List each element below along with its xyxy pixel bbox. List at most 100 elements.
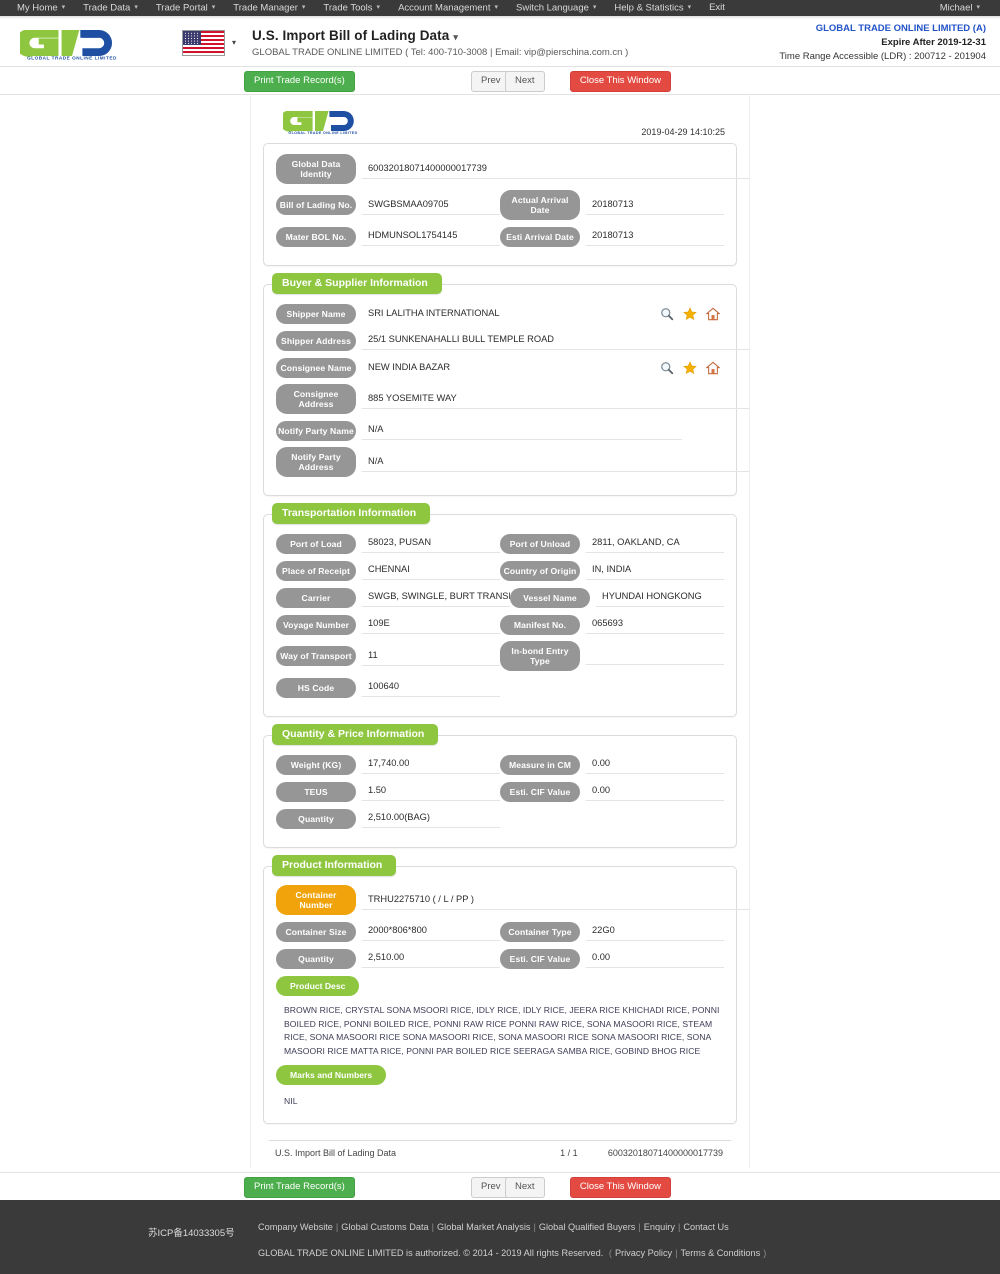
field-row: Bill of Lading No. SWGBSMAA09705 Actual …: [276, 190, 724, 220]
field-label: Notify Party Address: [276, 447, 356, 477]
search-icon[interactable]: [660, 361, 674, 375]
chevron-down-icon: ▾: [61, 3, 66, 11]
field-label: Notify Party Name: [276, 420, 356, 441]
footer-top-bar: [0, 1199, 1000, 1208]
field-row: Quantity 2,510.00 Esti. CIF Value 0.00: [276, 948, 724, 969]
nav-item-trade-manager[interactable]: Trade Manager ▾: [224, 0, 314, 16]
footer-link-global-qualified-buyers[interactable]: Global Qualified Buyers: [539, 1222, 636, 1232]
chevron-down-icon[interactable]: ▾: [453, 32, 458, 42]
marks-and-numbers-label: Marks and Numbers: [276, 1064, 387, 1085]
nav-item-label: Trade Portal: [155, 2, 208, 14]
field-value: IN, INDIA: [586, 561, 724, 580]
field-row: Container Size 2000*806*800 Container Ty…: [276, 921, 724, 942]
field-value: SRI LALITHA INTERNATIONAL: [368, 307, 500, 318]
field-label: Weight (KG): [276, 754, 356, 775]
legal-close-paren: ): [763, 1247, 767, 1258]
document-timestamp: 2019-04-29 14:10:25: [641, 127, 725, 137]
country-selector[interactable]: ▾: [182, 29, 237, 56]
field-row: Notify Party Address N/A: [276, 447, 750, 477]
field-place-of-receipt: Place of Receipt CHENNAI: [276, 560, 500, 581]
nav-item-account-management[interactable]: Account Management ▾: [389, 0, 507, 16]
star-icon[interactable]: [683, 360, 697, 375]
product-desc-label: Product Desc: [276, 975, 360, 996]
chevron-down-icon: ▾: [134, 3, 138, 11]
field-row: Shipper Name SRI LALITHA INTERNATIONAL: [276, 303, 724, 324]
nav-item-trade-data[interactable]: Trade Data ▾: [74, 0, 147, 16]
footer-link-global-market-analysis[interactable]: Global Market Analysis: [437, 1222, 530, 1232]
field-row: Shipper Address 25/1 SUNKENAHALLI BULL T…: [276, 330, 750, 351]
field-label: Global Data Identity: [276, 154, 356, 184]
field-esti-arrival-date: Esti Arrival Date 20180713: [500, 226, 724, 247]
field-label: Carrier: [276, 587, 356, 608]
next-button[interactable]: Next: [505, 71, 545, 92]
field-value: 100640: [362, 678, 500, 697]
field-value: 109E: [362, 615, 500, 634]
field-value: SWGB, SWINGLE, BURT TRANSPORT: [362, 588, 510, 607]
field-shipper-name: Shipper Name SRI LALITHA INTERNATIONAL: [276, 303, 724, 324]
chevron-down-icon: ▾: [232, 38, 237, 47]
field-label: Quantity: [276, 808, 356, 829]
footer-link-enquiry[interactable]: Enquiry: [644, 1222, 675, 1232]
chevron-down-icon: ▾: [211, 3, 216, 11]
field-row: Port of Load 58023, PUSAN Port of Unload…: [276, 533, 724, 554]
close-window-button[interactable]: Close This Window: [569, 71, 671, 92]
field-value: 58023, PUSAN: [362, 534, 500, 553]
star-icon[interactable]: [683, 306, 697, 321]
field-hs-code: HS Code 100640: [276, 677, 500, 698]
nav-item-trade-tools[interactable]: Trade Tools ▾: [314, 0, 389, 16]
next-button-bottom[interactable]: Next: [505, 1176, 545, 1198]
marks-and-numbers-value: NIL: [284, 1096, 298, 1106]
field-actual-arrival-date: Actual Arrival Date 20180713: [500, 190, 724, 220]
footer-link-global-customs-data[interactable]: Global Customs Data: [341, 1222, 428, 1232]
home-icon[interactable]: [706, 307, 720, 321]
field-container-size: Container Size 2000*806*800: [276, 921, 500, 942]
svg-text:GLOBAL TRADE ONLINE LIMITED: GLOBAL TRADE ONLINE LIMITED: [27, 55, 117, 60]
print-trade-records-button-bottom[interactable]: Print Trade Record(s): [244, 1176, 355, 1198]
legal-open-paren: (: [608, 1247, 612, 1258]
chevron-down-icon: ▾: [687, 3, 692, 11]
field-value: 2,510.00(BAG): [362, 809, 500, 828]
field-value: 2811, OAKLAND, CA: [586, 534, 724, 553]
nav-item-my-home[interactable]: My Home ▾: [8, 0, 74, 16]
print-trade-records-button[interactable]: Print Trade Record(s): [244, 71, 355, 92]
field-measure-in-cm: Measure in CM 0.00: [500, 754, 724, 775]
footer-link-privacy-policy[interactable]: Privacy Policy: [615, 1248, 672, 1258]
field-label: Container Size: [276, 921, 356, 942]
field-esti-cif-value: Esti. CIF Value 0.00: [500, 781, 724, 802]
field-row: Voyage Number 109E Manifest No. 065693: [276, 614, 724, 635]
nav-item-label: Help & Statistics: [614, 2, 684, 14]
footer-link-terms-conditions[interactable]: Terms & Conditions: [681, 1248, 761, 1258]
identity-card: Global Data Identity 6003201807140000001…: [263, 143, 750, 266]
home-icon[interactable]: [706, 361, 720, 375]
nav-item-exit[interactable]: Exit: [700, 0, 734, 16]
field-value: 0.00: [586, 949, 724, 968]
chevron-down-icon: ▾: [976, 3, 980, 11]
search-icon[interactable]: [660, 307, 674, 321]
field-row: Global Data Identity 6003201807140000001…: [276, 154, 750, 184]
account-time-range: Time Range Accessible (LDR) : 200712 - 2…: [779, 51, 986, 62]
field-row: Container Number TRHU2275710 ( / L / PP …: [276, 885, 750, 915]
nav-item-switch-language[interactable]: Switch Language ▾: [507, 0, 605, 16]
copyright-text: GLOBAL TRADE ONLINE LIMITED is authorize…: [258, 1247, 604, 1258]
field-value: 2,510.00: [362, 949, 500, 968]
page-title-text: U.S. Import Bill of Lading Data: [252, 27, 450, 43]
field-value: 2000*806*800: [362, 922, 500, 941]
nav-item-label: My Home: [17, 2, 58, 14]
product-desc-row: Product Desc: [276, 975, 724, 996]
field-value: 885 YOSEMITE WAY: [362, 390, 750, 409]
footer-link-contact-us[interactable]: Contact Us: [683, 1222, 728, 1232]
field-teus: TEUS 1.50: [276, 781, 500, 802]
divider: |: [431, 1221, 435, 1232]
icp-license: 苏ICP备14033305号: [148, 1227, 235, 1239]
field-product-esti-cif-value: Esti. CIF Value 0.00: [500, 948, 724, 969]
nav-item-user-menu[interactable]: Michael ▾: [931, 0, 992, 16]
field-value: SWGBSMAA09705: [362, 196, 500, 215]
footer-link-company-website[interactable]: Company Website: [258, 1222, 333, 1232]
nav-item-help-statistics[interactable]: Help & Statistics ▾: [605, 0, 700, 16]
nav-item-trade-portal[interactable]: Trade Portal ▾: [147, 0, 224, 16]
gto-logo: GLOBAL TRADE ONLINE LIMITED: [20, 25, 124, 61]
field-row: Notify Party Name N/A: [276, 420, 724, 441]
close-window-button-bottom[interactable]: Close This Window: [569, 1176, 671, 1198]
field-label: Shipper Name: [276, 303, 356, 324]
field-value: HYUNDAI HONGKONG: [596, 588, 724, 607]
